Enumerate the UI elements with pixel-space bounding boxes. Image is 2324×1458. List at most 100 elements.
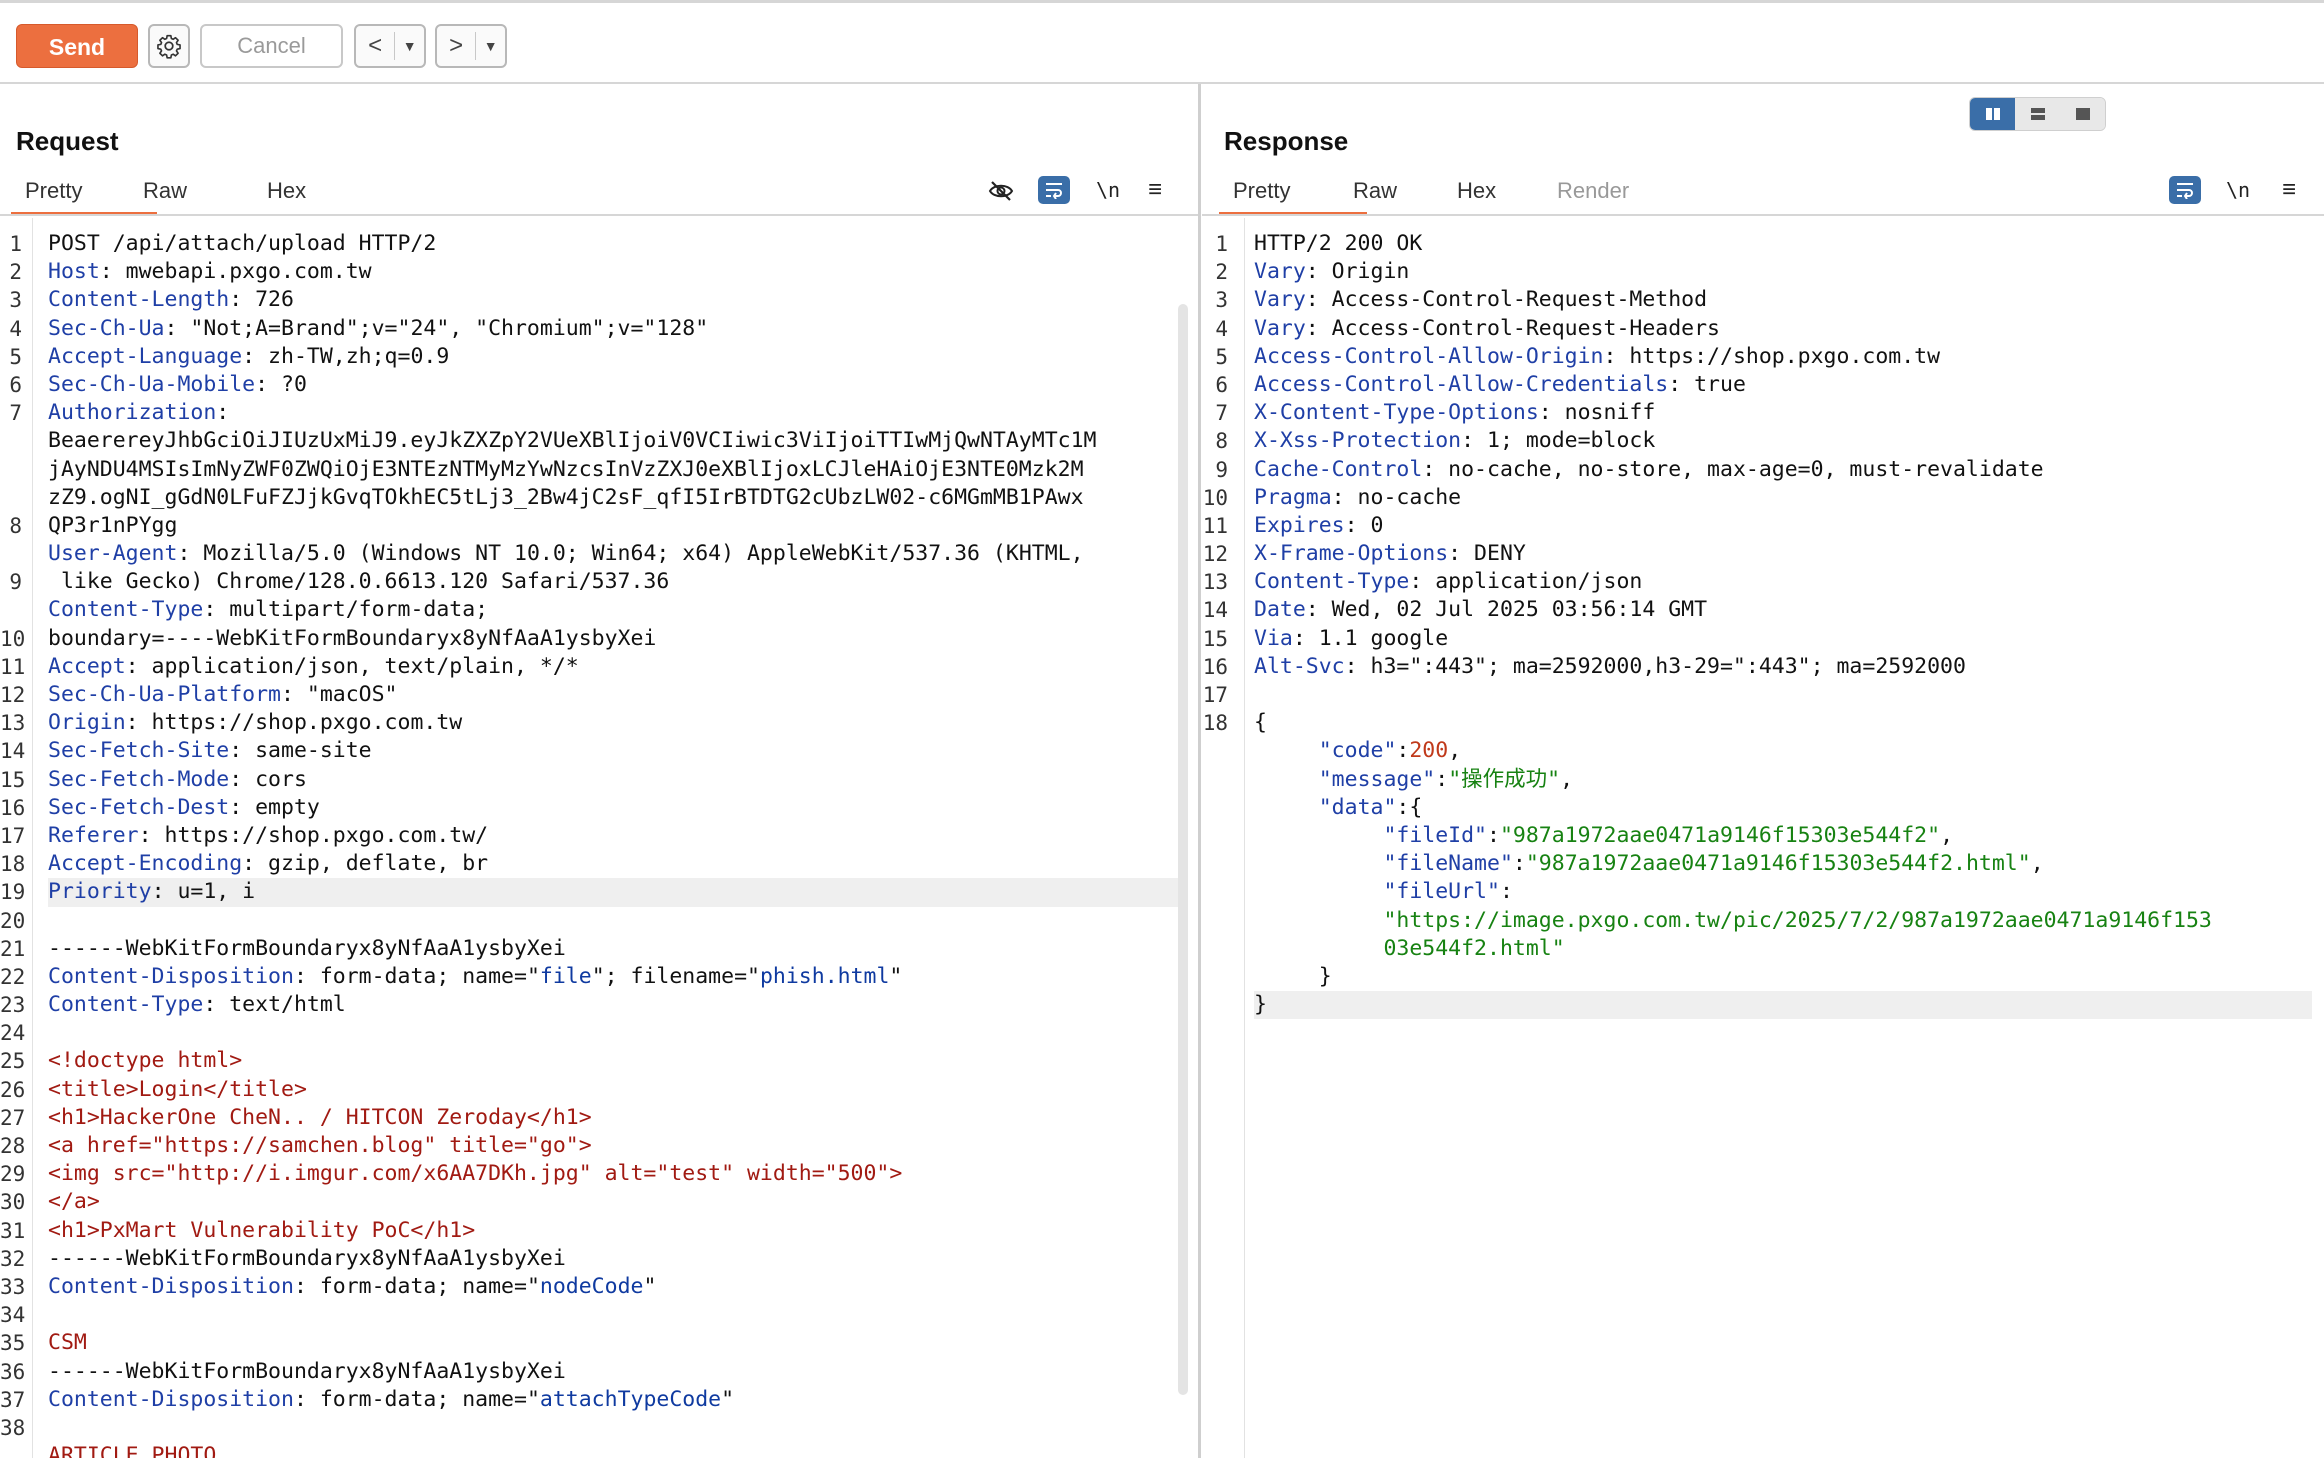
response-code-token: [1254, 738, 1319, 763]
response-code-line: }: [1254, 991, 2312, 1020]
response-menu-icon[interactable]: ≡: [2282, 176, 2296, 204]
wrap-lines-button[interactable]: [1038, 176, 1070, 204]
request-code-token: <h1>HackerOne CheN.. / HITCON Zeroday</h…: [48, 1104, 592, 1130]
request-code-line: Content-Disposition: form-data; name="no…: [48, 1273, 1178, 1301]
request-line-number: 33: [0, 1274, 26, 1299]
response-line-number: [1202, 794, 1228, 822]
response-code-token: Date: [1254, 597, 1306, 623]
response-code-token: "https://image.pxgo.com.tw/pic/2025/7/2/…: [1383, 907, 2212, 933]
wrap-lines-icon: [1038, 176, 1070, 204]
request-code-token: nodeCode: [539, 1273, 644, 1299]
response-line-number: [1202, 878, 1228, 906]
request-line-number: 11: [0, 654, 26, 679]
layout-tabs-button[interactable]: [2060, 98, 2105, 130]
response-editor[interactable]: 1 2 3 4 5 6 7 8 9 10 11 12 13 14 15 16 17 18 HTTP/2 200 O…: [1202, 218, 2324, 1458]
settings-button[interactable]: [148, 24, 190, 68]
forward-label[interactable]: >: [437, 32, 477, 60]
request-line-numbers: 1 2 3 4 5 6 7 8 9 10 11 12 13 14 15 16 17 18 19 20 21 22 23 24 2…: [0, 230, 26, 1442]
response-tab-render[interactable]: Render: [1557, 176, 1647, 206]
response-code-token: X-Xss-Protection: [1254, 428, 1462, 454]
request-code-token: : text/html: [203, 992, 346, 1018]
response-code-token: "987a1972aae0471a9146f15303e544f2": [1499, 822, 1941, 848]
response-code-token: 03e544f2.html": [1383, 935, 1565, 961]
request-line-number: 22: [0, 964, 26, 989]
columns-icon: [1985, 108, 2000, 120]
request-code-line: ------WebKitFormBoundaryx8yNfAaA1ysbyXei: [48, 1358, 1178, 1386]
request-code-token: Content-Disposition: [48, 1386, 294, 1412]
back-button[interactable]: < ▼: [354, 24, 426, 68]
request-code-line: ARTICLE_PHOTO: [48, 1442, 1178, 1458]
request-pane: Request Pretty Raw Hex \n ≡ 1 2 3 4 5 6 7 8 9 10 1…: [0, 84, 1198, 1458]
show-newlines-button[interactable]: \n: [1096, 176, 1120, 204]
response-code-token: : https://shop.pxgo.com.tw: [1603, 343, 1941, 369]
hide-headers-button[interactable]: [986, 176, 1016, 206]
request-line-number: 13: [0, 711, 26, 736]
request-code-line: <h1>HackerOne CheN.. / HITCON Zeroday</h…: [48, 1104, 1178, 1132]
request-code-line: like Gecko) Chrome/128.0.6613.120 Safari…: [48, 568, 1178, 596]
response-code-line: Vary: Access-Control-Request-Headers: [1254, 315, 2312, 343]
response-line-number: [1202, 766, 1228, 794]
request-code-line: jAyNDU4MSIsImNyZWF0ZWQiOjE3NTEzNTMyMzYwN…: [48, 456, 1178, 484]
response-show-newlines-button[interactable]: \n: [2226, 176, 2250, 204]
layout-side-by-side-button[interactable]: [1970, 98, 2015, 130]
request-code-line: QP3r1nPYgg: [48, 512, 1178, 540]
request-code-token: : multipart/form-data;: [203, 597, 489, 623]
request-code-line: Authorization:: [48, 399, 1178, 427]
response-code-line: Cache-Control: no-cache, no-store, max-a…: [1254, 456, 2312, 484]
request-code-token: : application/json, text/plain, */*: [125, 653, 579, 679]
response-code-token: : no-cache: [1331, 484, 1462, 510]
send-button[interactable]: Send: [16, 24, 138, 68]
response-code-token: X-Frame-Options: [1254, 541, 1449, 567]
request-line-number: 4: [9, 316, 22, 341]
request-code-token: phish.html: [759, 963, 890, 989]
request-tab-raw[interactable]: Raw: [143, 176, 267, 206]
forward-button[interactable]: > ▼: [435, 24, 507, 68]
request-tab-hex[interactable]: Hex: [267, 176, 327, 206]
request-code-line: Accept: application/json, text/plain, */…: [48, 653, 1178, 681]
request-code-token: jAyNDU4MSIsImNyZWF0ZWQiOjE3NTEzNTMyMzYwN…: [48, 456, 1084, 482]
request-code-token: : https://shop.pxgo.com.tw: [125, 710, 463, 736]
request-line-number: 6: [9, 372, 22, 397]
response-line-number: 3: [1215, 288, 1228, 313]
request-line-number: 38: [0, 1415, 26, 1440]
pane-divider[interactable]: [1198, 84, 1201, 1458]
response-body[interactable]: HTTP/2 200 OK Vary: Origin Vary: Access-Co…: [1254, 230, 2312, 1020]
gear-icon: [157, 34, 181, 59]
response-code-line: Pragma: no-cache: [1254, 484, 2312, 512]
response-line-number: 13: [1202, 570, 1228, 595]
response-code-token: Via: [1254, 625, 1293, 651]
response-code-line: "message":"操作成功",: [1254, 766, 2312, 794]
layout-toggle[interactable]: [1969, 97, 2106, 131]
request-code-token: ------WebKitFormBoundaryx8yNfAaA1ysbyXei: [48, 935, 566, 961]
back-label[interactable]: <: [356, 32, 396, 60]
response-tab-hex[interactable]: Hex: [1457, 176, 1557, 206]
request-line-number: 9: [9, 570, 22, 595]
request-code-line: Sec-Ch-Ua-Mobile: ?0: [48, 371, 1178, 399]
request-scrollbar[interactable]: [1178, 304, 1188, 1395]
forward-dropdown-icon[interactable]: ▼: [476, 38, 505, 54]
layout-stacked-button[interactable]: [2015, 98, 2060, 130]
cancel-button[interactable]: Cancel: [200, 24, 343, 68]
request-line-number: 1: [9, 232, 22, 256]
request-code-line: </a>: [48, 1188, 1178, 1216]
response-code-token: : Wed, 02 Jul 2025 03:56:14 GMT: [1305, 597, 1708, 623]
response-code-line: Vary: Access-Control-Request-Method: [1254, 286, 2312, 314]
request-tab-pretty[interactable]: Pretty: [11, 176, 157, 216]
request-menu-icon[interactable]: ≡: [1148, 176, 1162, 204]
back-dropdown-icon[interactable]: ▼: [395, 38, 424, 54]
response-tab-raw[interactable]: Raw: [1353, 176, 1457, 206]
response-tab-pretty[interactable]: Pretty: [1219, 176, 1367, 216]
response-line-number: 11: [1202, 513, 1228, 538]
response-code-token: ,: [1560, 766, 1574, 792]
request-code-token: : ?0: [255, 371, 307, 397]
request-code-token: Referer: [48, 822, 139, 848]
request-code-token: Content-Type: [48, 992, 204, 1018]
response-code-line: [1254, 681, 2312, 709]
response-code-token: :: [1512, 851, 1526, 877]
request-line-number: 20: [0, 908, 26, 933]
response-line-number: 15: [1202, 626, 1228, 651]
request-body[interactable]: POST /api/attach/upload HTTP/2 Host: mweb…: [48, 230, 1178, 1458]
request-code-line: Content-Disposition: form-data; name="fi…: [48, 963, 1178, 991]
request-editor[interactable]: 1 2 3 4 5 6 7 8 9 10 11 12 13 14 15 16 17 18 19 20 21 22 23 24 2…: [0, 218, 1198, 1458]
response-wrap-lines-button[interactable]: [2169, 176, 2201, 204]
